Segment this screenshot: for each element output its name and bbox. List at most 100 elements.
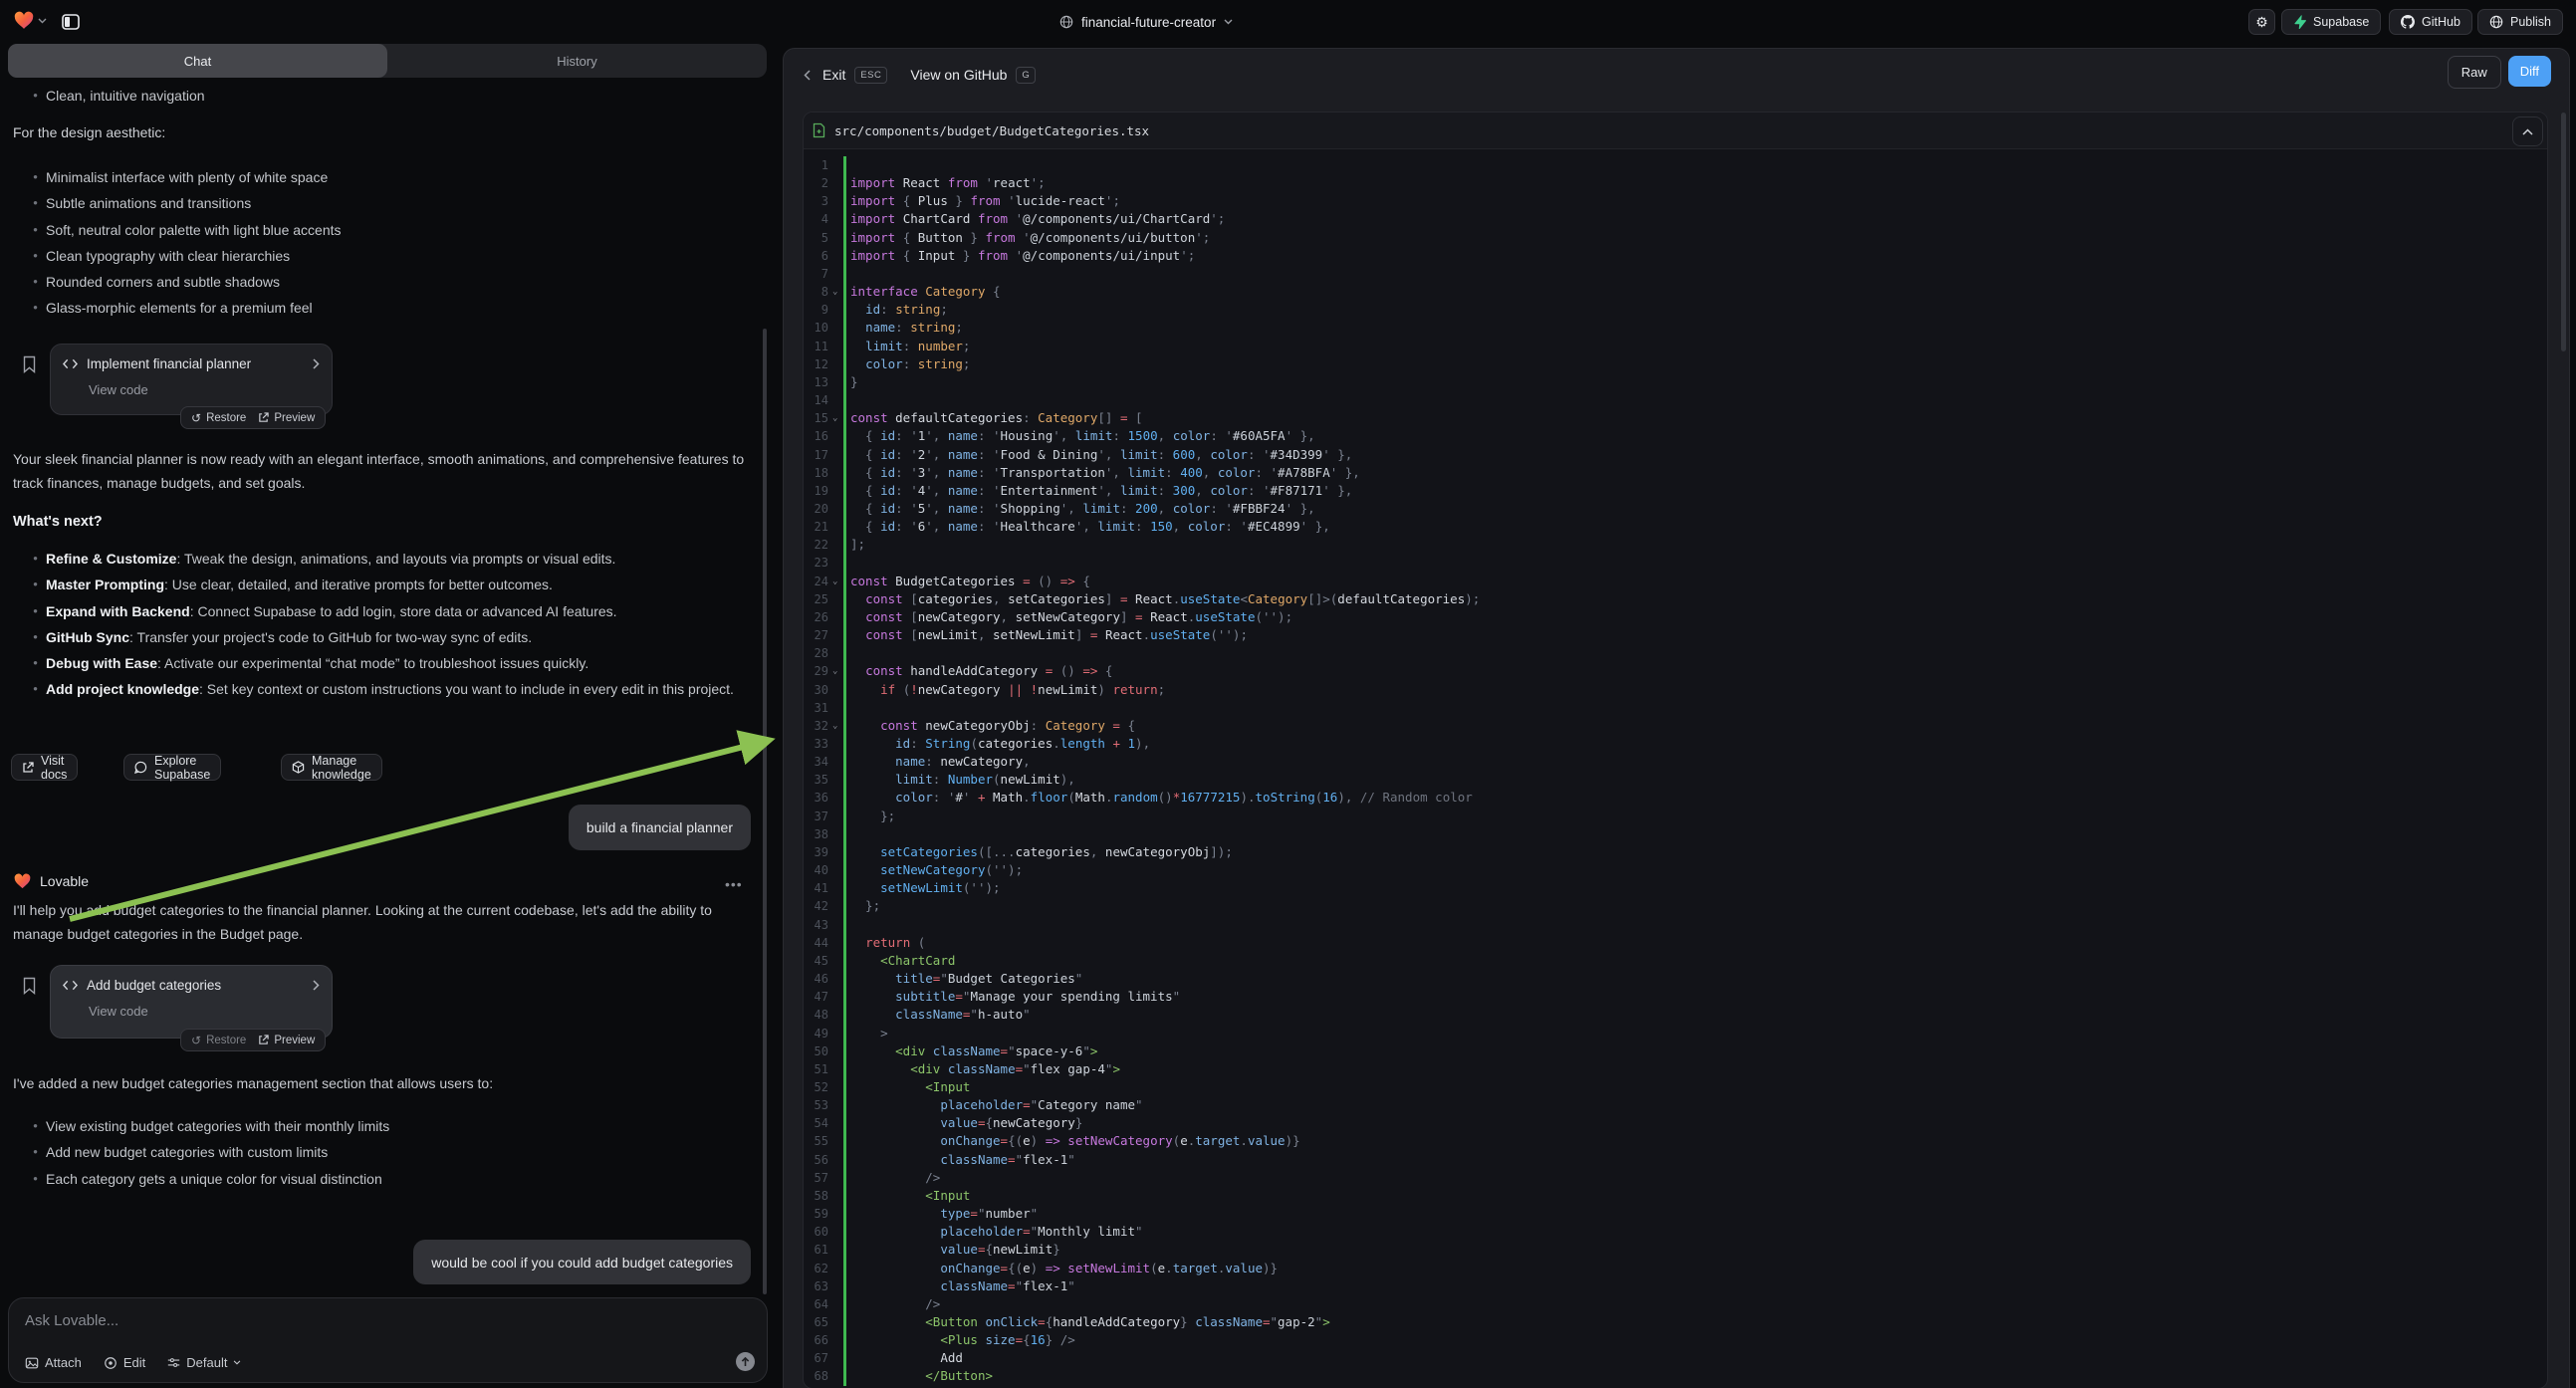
code-line: 51 <div className="flex gap-4"> xyxy=(804,1060,2547,1078)
code-line: 37 }; xyxy=(804,808,2547,825)
line-number: 55 xyxy=(804,1132,828,1150)
github-icon xyxy=(2401,15,2415,29)
explore-supabase-button[interactable]: Explore Supabase xyxy=(123,754,221,781)
logo-caret-down-icon[interactable] xyxy=(38,18,47,24)
project-caret-down-icon xyxy=(1224,19,1233,25)
file-header[interactable]: src/components/budget/BudgetCategories.t… xyxy=(804,113,2547,149)
publish-button[interactable]: Publish xyxy=(2477,9,2563,35)
send-button[interactable] xyxy=(736,1352,755,1371)
bookmark-icon[interactable] xyxy=(22,977,37,995)
list-item: •Add new budget categories with custom l… xyxy=(25,1139,755,1165)
line-number: 4 xyxy=(804,210,828,228)
diff-toggle-button[interactable]: Diff xyxy=(2508,56,2551,87)
line-number: 34 xyxy=(804,753,828,771)
collapse-file-button[interactable] xyxy=(2512,116,2543,146)
restore-button[interactable]: ↺ Restore xyxy=(191,1034,246,1047)
fold-chevron-icon[interactable]: ⌄ xyxy=(832,573,837,590)
gear-icon: ⚙ xyxy=(2255,15,2268,29)
code-line: 60 placeholder="Monthly limit" xyxy=(804,1223,2547,1241)
line-number: 58 xyxy=(804,1187,828,1205)
mode-select[interactable]: Default xyxy=(167,1355,241,1370)
sidebar-toggle-icon[interactable] xyxy=(62,13,80,31)
list-item: •Master Prompting: Use clear, detailed, … xyxy=(25,572,755,597)
restore-button[interactable]: ↺ Restore xyxy=(191,411,246,425)
line-number: 39 xyxy=(804,843,828,861)
line-number: 35 xyxy=(804,771,828,789)
code-line: 13} xyxy=(804,373,2547,391)
list-item: •Each category gets a unique color for v… xyxy=(25,1166,755,1192)
view-code-link[interactable]: View code xyxy=(51,1004,332,1031)
edit-button[interactable]: Edit xyxy=(104,1355,145,1370)
tab-history[interactable]: History xyxy=(387,44,767,78)
fold-chevron-icon[interactable]: ⌄ xyxy=(832,662,837,680)
feature-bullet-list: •View existing budget categories with th… xyxy=(25,1113,755,1192)
line-number: 38 xyxy=(804,825,828,843)
user-message-chip: would be cool if you could add budget ca… xyxy=(413,1240,751,1284)
tab-chat[interactable]: Chat xyxy=(8,44,387,78)
code-line: 7 xyxy=(804,265,2547,283)
composer-placeholder[interactable]: Ask Lovable... xyxy=(25,1312,118,1329)
restore-icon: ↺ xyxy=(191,411,201,425)
file-diff-card: src/components/budget/BudgetCategories.t… xyxy=(803,112,2548,1388)
code-line: 39 setCategories([...categories, newCate… xyxy=(804,843,2547,861)
code-line: 9 id: string; xyxy=(804,301,2547,319)
target-icon xyxy=(104,1356,117,1370)
line-number: 49 xyxy=(804,1025,828,1042)
code-line: 10 name: string; xyxy=(804,319,2547,337)
view-code-link[interactable]: View code xyxy=(51,382,332,409)
attach-button[interactable]: Attach xyxy=(25,1355,82,1370)
design-heading: For the design aesthetic: xyxy=(13,124,165,140)
fold-chevron-icon[interactable]: ⌄ xyxy=(832,409,837,427)
whats-next-heading: What's next? xyxy=(13,514,103,530)
line-number: 27 xyxy=(804,626,828,644)
project-globe-icon xyxy=(1059,15,1073,29)
line-number: 11 xyxy=(804,338,828,355)
lovable-logo-icon[interactable] xyxy=(14,11,34,30)
assistant-paragraph: Your sleek financial planner is now read… xyxy=(13,448,755,495)
chevron-left-icon[interactable] xyxy=(804,70,811,81)
list-item: •Add project knowledge: Set key context … xyxy=(25,676,755,702)
sliders-icon xyxy=(167,1356,180,1369)
bullet-text: Clean, intuitive navigation xyxy=(46,86,205,106)
version-card-add-budget-categories[interactable]: Add budget categories View code xyxy=(50,965,333,1039)
project-switcher[interactable]: financial-future-creator xyxy=(1059,10,1233,34)
line-number: 36 xyxy=(804,789,828,807)
settings-button[interactable]: ⚙ xyxy=(2248,9,2275,35)
raw-toggle-button[interactable]: Raw xyxy=(2448,56,2501,89)
fold-chevron-icon[interactable]: ⌄ xyxy=(832,717,837,735)
line-number: 6 xyxy=(804,247,828,265)
code-line: 15⌄const defaultCategories: Category[] =… xyxy=(804,409,2547,427)
code-editor[interactable]: 12import React from 'react';3import { Pl… xyxy=(804,156,2547,1386)
supabase-button[interactable]: Supabase xyxy=(2281,9,2381,35)
code-line: 59 type="number" xyxy=(804,1205,2547,1223)
line-number: 43 xyxy=(804,916,828,934)
chat-scrollbar[interactable] xyxy=(763,329,767,1294)
explore-supabase-icon xyxy=(134,761,147,774)
github-button[interactable]: GitHub xyxy=(2389,9,2472,35)
github-label: GitHub xyxy=(2422,15,2460,29)
line-number: 19 xyxy=(804,482,828,500)
code-line: 67 Add xyxy=(804,1349,2547,1367)
visit-docs-icon xyxy=(22,762,34,774)
preview-button[interactable]: Preview xyxy=(258,412,315,424)
line-number: 48 xyxy=(804,1006,828,1024)
code-line: 35 limit: Number(newLimit), xyxy=(804,771,2547,789)
card-title: Implement financial planner xyxy=(87,356,304,371)
code-scrollbar[interactable] xyxy=(2561,113,2566,351)
manage-knowledge-button[interactable]: Manage knowledge xyxy=(281,754,382,781)
chat-composer[interactable]: Ask Lovable... Attach Edit Default xyxy=(8,1297,768,1383)
code-line: 11 limit: number; xyxy=(804,338,2547,355)
fold-chevron-icon[interactable]: ⌄ xyxy=(832,283,837,301)
bookmark-icon[interactable] xyxy=(22,355,37,373)
exit-button[interactable]: Exit xyxy=(822,67,845,83)
supabase-bolt-icon xyxy=(2293,15,2306,29)
view-on-github-button[interactable]: View on GitHub xyxy=(910,67,1007,83)
preview-button[interactable]: Preview xyxy=(258,1035,315,1046)
code-line: 34 name: newCategory, xyxy=(804,753,2547,771)
external-link-icon xyxy=(258,1035,269,1045)
line-number: 42 xyxy=(804,897,828,915)
visit-docs-button[interactable]: Visit docs xyxy=(11,754,78,781)
code-view-header: Exit ESC View on GitHub G Raw Diff xyxy=(784,49,2569,101)
version-card-implement-financial-planner[interactable]: Implement financial planner View code xyxy=(50,344,333,415)
message-more-icon[interactable]: ••• xyxy=(725,876,743,892)
